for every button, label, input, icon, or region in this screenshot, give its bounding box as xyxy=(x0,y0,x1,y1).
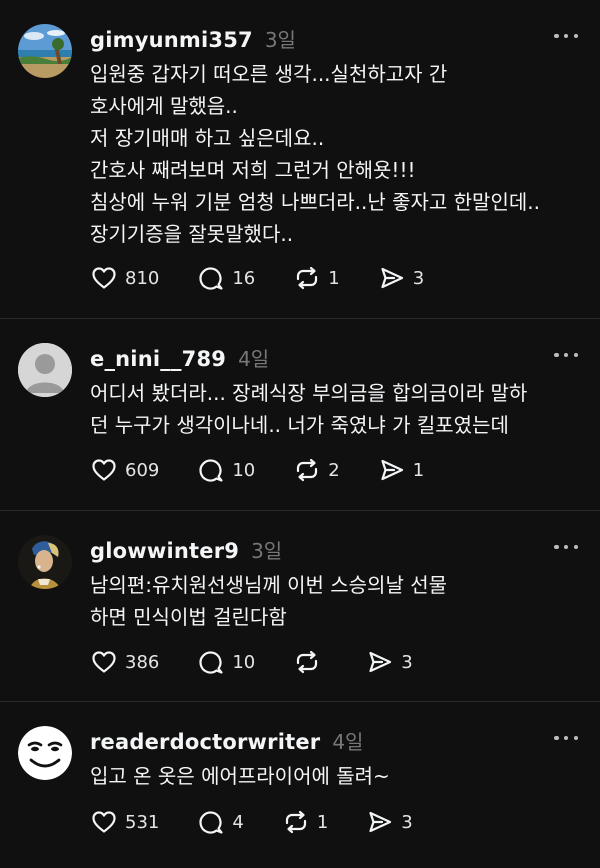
share-icon xyxy=(369,651,392,673)
divider xyxy=(0,510,600,511)
avatar-beach-image xyxy=(18,24,72,78)
reply-count: 10 xyxy=(232,651,256,673)
reply-count: 16 xyxy=(232,267,256,289)
share-button[interactable]: 3 xyxy=(378,264,424,292)
username[interactable]: glowwinter9 xyxy=(90,539,239,563)
post-text-line: 하면 민식이법 걸린다함 xyxy=(90,605,287,629)
share-icon xyxy=(381,459,403,481)
more-icon[interactable] xyxy=(554,539,578,555)
share-count: 1 xyxy=(412,459,425,481)
divider xyxy=(0,318,600,319)
post-text-line: 침상에 누워 기분 엄청 나쁘더라..난 좋자고 한말인데.. xyxy=(90,190,540,214)
username[interactable]: e_nini__789 xyxy=(90,347,226,371)
reply-count: 10 xyxy=(232,459,256,481)
more-icon[interactable] xyxy=(554,730,578,746)
post-header: e_nini__789 4일 xyxy=(90,343,269,373)
divider xyxy=(0,701,600,702)
post-text-line: 호사에게 말했음.. xyxy=(90,94,238,118)
repost-count: 1 xyxy=(316,811,329,833)
action-bar: 531 4 1 3 xyxy=(90,807,451,837)
comment-icon xyxy=(199,811,223,834)
repost-button[interactable]: 1 xyxy=(293,264,340,292)
like-count: 531 xyxy=(125,811,160,833)
post-header: readerdoctorwriter 4일 xyxy=(90,726,363,756)
avatar[interactable] xyxy=(18,535,72,589)
share-count: 3 xyxy=(401,811,413,833)
like-count: 609 xyxy=(125,459,160,481)
heart-icon xyxy=(92,459,116,481)
post-header: gimyunmi357 3일 xyxy=(90,24,296,54)
share-button[interactable]: 1 xyxy=(378,456,424,484)
more-icon[interactable] xyxy=(554,347,578,363)
share-icon xyxy=(381,267,403,289)
action-bar: 810 16 1 3 xyxy=(90,263,462,293)
share-count: 3 xyxy=(401,651,413,673)
repost-icon xyxy=(297,266,318,290)
reply-count: 4 xyxy=(232,811,244,833)
heart-icon xyxy=(92,267,116,289)
heart-icon xyxy=(92,811,116,833)
avatar-painting-image xyxy=(18,535,72,589)
timestamp: 3일 xyxy=(251,539,283,563)
post-text-line: 입고 온 옷은 에어프라이어에 돌려~ xyxy=(90,764,390,788)
more-icon[interactable] xyxy=(554,28,578,44)
repost-count: 2 xyxy=(328,459,340,481)
repost-count: 1 xyxy=(328,267,340,289)
avatar-smiley-image xyxy=(18,726,72,780)
post-text-line: 저 장기매매 하고 싶은데요.. xyxy=(90,126,325,150)
post-text-line: 입원중 갑자기 떠오른 생각...실천하고자 간 xyxy=(90,62,448,86)
action-bar: 609 10 2 1 xyxy=(90,455,462,485)
default-avatar-icon xyxy=(18,343,72,397)
comment-icon xyxy=(199,651,223,674)
repost-icon xyxy=(297,458,318,482)
comment-icon xyxy=(199,267,223,290)
post-text: 남의편:유치원선생님께 이번 스승의날 선물 하면 민식이법 걸린다함 xyxy=(90,569,590,633)
reply-button[interactable]: 16 xyxy=(197,264,255,292)
post-header: glowwinter9 3일 xyxy=(90,535,282,565)
share-count: 3 xyxy=(412,267,425,289)
avatar[interactable] xyxy=(18,726,72,780)
post-text: 어디서 봤더라... 장례식장 부의금을 합의금이라 말하 던 누구가 생각이나… xyxy=(90,377,590,441)
timestamp: 3일 xyxy=(264,28,296,52)
repost-button[interactable] xyxy=(293,648,328,676)
share-icon xyxy=(369,811,392,833)
repost-icon xyxy=(285,810,306,834)
repost-button[interactable]: 2 xyxy=(293,456,340,484)
like-count: 386 xyxy=(125,651,160,673)
username[interactable]: readerdoctorwriter xyxy=(90,730,320,754)
share-button[interactable]: 3 xyxy=(366,808,413,836)
heart-icon xyxy=(92,651,116,673)
reply-button[interactable]: 10 xyxy=(197,456,255,484)
comment-icon xyxy=(199,459,223,482)
action-bar: 386 10 3 xyxy=(90,647,451,677)
post-text-line: 간호사 째려보며 저희 그런거 안해욧!!! xyxy=(90,158,416,182)
share-button[interactable]: 3 xyxy=(366,648,413,676)
like-button[interactable]: 531 xyxy=(90,808,159,836)
post-text-line: 어디서 봤더라... 장례식장 부의금을 합의금이라 말하 xyxy=(90,381,528,405)
post-text-line: 장기기증을 잘못말했다.. xyxy=(90,222,294,246)
avatar[interactable] xyxy=(18,343,72,397)
repost-icon xyxy=(297,650,318,674)
post-text-line: 던 누구가 생각이나네.. 너가 죽였냐 가 킬포였는데 xyxy=(90,413,509,437)
like-button[interactable]: 386 xyxy=(90,648,159,676)
post-text: 입원중 갑자기 떠오른 생각...실천하고자 간 호사에게 말했음.. 저 장기… xyxy=(90,58,590,250)
post-text: 입고 온 옷은 에어프라이어에 돌려~ xyxy=(90,760,590,792)
reply-button[interactable]: 4 xyxy=(197,808,244,836)
avatar[interactable] xyxy=(18,24,72,78)
timestamp: 4일 xyxy=(332,730,364,754)
reply-button[interactable]: 10 xyxy=(197,648,255,676)
timestamp: 4일 xyxy=(238,347,270,371)
like-count: 810 xyxy=(125,267,160,289)
like-button[interactable]: 810 xyxy=(90,264,159,292)
username[interactable]: gimyunmi357 xyxy=(90,28,253,52)
post-text-line: 남의편:유치원선생님께 이번 스승의날 선물 xyxy=(90,573,448,597)
repost-button[interactable]: 1 xyxy=(282,808,328,836)
like-button[interactable]: 609 xyxy=(90,456,159,484)
